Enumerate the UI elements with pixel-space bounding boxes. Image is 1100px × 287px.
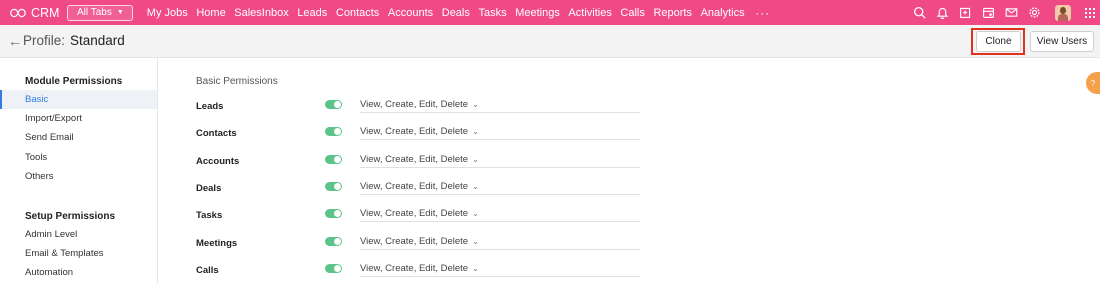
page-header: ← Profile: Standard Clone View Users bbox=[0, 25, 1100, 58]
help-tab[interactable]: ? bbox=[1086, 72, 1100, 94]
permission-value: View, Create, Edit, Delete bbox=[360, 236, 469, 247]
apps-grid-icon[interactable] bbox=[1085, 7, 1095, 18]
nav-accounts[interactable]: Accounts bbox=[388, 7, 433, 19]
nav-tasks[interactable]: Tasks bbox=[478, 7, 506, 19]
divider bbox=[360, 249, 640, 250]
sidebar-item-admin-level[interactable]: Admin Level bbox=[0, 225, 157, 244]
back-arrow-icon[interactable]: ← bbox=[8, 34, 22, 48]
chevron-down-icon: ⌄ bbox=[472, 182, 479, 191]
nav-reports[interactable]: Reports bbox=[653, 7, 692, 19]
permission-select[interactable]: View, Create, Edit, Delete ⌄ bbox=[360, 208, 479, 219]
app-name: CRM bbox=[31, 5, 60, 20]
avatar[interactable] bbox=[1055, 4, 1071, 21]
top-nav-bar: CRM All Tabs ▼ My Jobs Home SalesInbox L… bbox=[0, 0, 1100, 25]
sidebar-item-tools[interactable]: Tools bbox=[0, 148, 157, 167]
all-tabs-dropdown[interactable]: All Tabs ▼ bbox=[67, 4, 133, 21]
nav-activities[interactable]: Activities bbox=[568, 7, 611, 19]
sidebar: Module Permissions Basic Import/Export S… bbox=[0, 58, 158, 283]
gear-icon[interactable] bbox=[1026, 5, 1042, 21]
chevron-down-icon: ⌄ bbox=[472, 100, 479, 109]
permission-value: View, Create, Edit, Delete bbox=[360, 208, 469, 219]
permission-select[interactable]: View, Create, Edit, Delete ⌄ bbox=[360, 99, 479, 110]
permission-row-accounts: Accounts View, Create, Edit, Delete ⌄ bbox=[196, 151, 640, 178]
mail-icon[interactable] bbox=[1003, 5, 1019, 21]
permission-toggle[interactable] bbox=[325, 264, 342, 273]
permission-row-leads: Leads View, Create, Edit, Delete ⌄ bbox=[196, 96, 640, 123]
sidebar-item-import-export[interactable]: Import/Export bbox=[0, 109, 157, 128]
calendar-icon[interactable] bbox=[980, 5, 996, 21]
permission-value: View, Create, Edit, Delete bbox=[360, 99, 469, 110]
permission-toggle[interactable] bbox=[325, 182, 342, 191]
permission-name: Calls bbox=[196, 265, 219, 276]
chevron-down-icon: ⌄ bbox=[472, 155, 479, 164]
search-icon[interactable] bbox=[911, 5, 927, 21]
chevron-down-icon: ⌄ bbox=[472, 237, 479, 246]
all-tabs-label: All Tabs bbox=[77, 7, 112, 18]
nav-salesinbox[interactable]: SalesInbox bbox=[234, 7, 288, 19]
bell-icon[interactable] bbox=[934, 5, 950, 21]
permission-name: Accounts bbox=[196, 156, 240, 167]
permission-row-deals: Deals View, Create, Edit, Delete ⌄ bbox=[196, 178, 640, 205]
page-title-label: Profile: bbox=[23, 33, 66, 48]
permission-toggle[interactable] bbox=[325, 100, 342, 109]
permission-toggle[interactable] bbox=[325, 209, 342, 218]
permission-name: Contacts bbox=[196, 128, 237, 139]
divider bbox=[360, 221, 640, 222]
chevron-down-icon: ⌄ bbox=[472, 127, 479, 136]
sidebar-item-email-templates[interactable]: Email & Templates bbox=[0, 244, 157, 263]
crm-logo-icon bbox=[10, 8, 26, 17]
nav-my-jobs[interactable]: My Jobs bbox=[147, 7, 188, 19]
nav-home[interactable]: Home bbox=[196, 7, 225, 19]
setup-permissions-heading: Setup Permissions bbox=[25, 211, 116, 222]
nav-calls[interactable]: Calls bbox=[620, 7, 644, 19]
permission-select[interactable]: View, Create, Edit, Delete ⌄ bbox=[360, 236, 479, 247]
divider bbox=[360, 139, 640, 140]
permission-select[interactable]: View, Create, Edit, Delete ⌄ bbox=[360, 181, 479, 192]
permission-value: View, Create, Edit, Delete bbox=[360, 154, 469, 165]
add-note-icon[interactable] bbox=[957, 5, 973, 21]
permission-select[interactable]: View, Create, Edit, Delete ⌄ bbox=[360, 154, 479, 165]
divider bbox=[360, 194, 640, 195]
sidebar-item-automation[interactable]: Automation bbox=[0, 263, 157, 282]
permission-select[interactable]: View, Create, Edit, Delete ⌄ bbox=[360, 263, 479, 274]
nav-deals[interactable]: Deals bbox=[442, 7, 470, 19]
permission-row-meetings: Meetings View, Create, Edit, Delete ⌄ bbox=[196, 233, 640, 260]
permission-toggle[interactable] bbox=[325, 237, 342, 246]
crm-logo[interactable]: CRM bbox=[9, 6, 61, 20]
permission-row-contacts: Contacts View, Create, Edit, Delete ⌄ bbox=[196, 123, 640, 150]
sidebar-item-send-email[interactable]: Send Email bbox=[0, 128, 157, 147]
permission-name: Deals bbox=[196, 183, 222, 194]
view-users-button[interactable]: View Users bbox=[1030, 31, 1094, 52]
permission-value: View, Create, Edit, Delete bbox=[360, 181, 469, 192]
sidebar-item-basic[interactable]: Basic bbox=[0, 90, 157, 109]
permission-value: View, Create, Edit, Delete bbox=[360, 263, 469, 274]
divider bbox=[360, 167, 640, 168]
sidebar-item-others[interactable]: Others bbox=[0, 167, 157, 186]
permission-select[interactable]: View, Create, Edit, Delete ⌄ bbox=[360, 126, 479, 137]
permission-row-tasks: Tasks View, Create, Edit, Delete ⌄ bbox=[196, 205, 640, 232]
basic-permissions-title: Basic Permissions bbox=[196, 76, 278, 87]
nav-items: My Jobs Home SalesInbox Leads Contacts A… bbox=[147, 6, 779, 20]
module-permissions-heading: Module Permissions bbox=[25, 76, 123, 87]
permission-name: Leads bbox=[196, 101, 224, 112]
permission-name: Tasks bbox=[196, 210, 223, 221]
top-icons bbox=[911, 0, 1100, 25]
permission-toggle[interactable] bbox=[325, 127, 342, 136]
page-title: Standard bbox=[70, 33, 125, 48]
chevron-down-icon: ⌄ bbox=[472, 264, 479, 273]
nav-analytics[interactable]: Analytics bbox=[701, 7, 745, 19]
more-tabs-icon[interactable]: ··· bbox=[755, 6, 770, 20]
divider bbox=[360, 276, 640, 277]
clone-highlight-box bbox=[971, 28, 1025, 55]
nav-contacts[interactable]: Contacts bbox=[336, 7, 379, 19]
permission-name: Meetings bbox=[196, 238, 238, 249]
chevron-down-icon: ▼ bbox=[116, 9, 124, 16]
permission-toggle[interactable] bbox=[325, 155, 342, 164]
divider bbox=[360, 112, 640, 113]
chevron-down-icon: ⌄ bbox=[472, 209, 479, 218]
permission-value: View, Create, Edit, Delete bbox=[360, 126, 469, 137]
nav-leads[interactable]: Leads bbox=[297, 7, 327, 19]
nav-meetings[interactable]: Meetings bbox=[515, 7, 560, 19]
